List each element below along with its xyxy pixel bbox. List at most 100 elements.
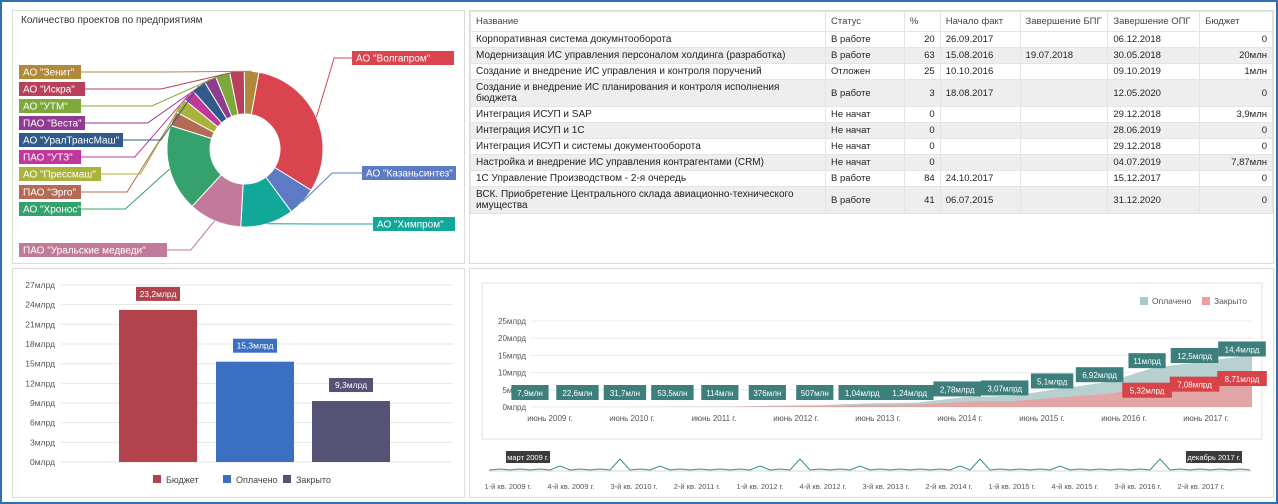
table-cell: 84 bbox=[903, 170, 941, 187]
table-cell: Не начат bbox=[825, 138, 905, 155]
legend-swatch bbox=[283, 475, 291, 483]
table-cell: 18.08.2017 bbox=[939, 79, 1021, 107]
pie-label: АО "Казаньсинтез" bbox=[366, 169, 453, 180]
paid-value-label: 5,1млрд bbox=[1037, 377, 1068, 386]
table-cell: Отложен bbox=[825, 63, 905, 80]
column-header[interactable]: Бюджет bbox=[1199, 11, 1273, 32]
legend-label: Бюджет bbox=[166, 475, 199, 485]
y-tick-label: 6млрд bbox=[30, 418, 55, 428]
table-cell bbox=[1019, 186, 1109, 214]
paid-value-label: 2,78млрд bbox=[940, 385, 975, 394]
y-tick-label: 20млрд bbox=[498, 334, 526, 343]
closed-value-label: 5,32млрд bbox=[1130, 387, 1165, 396]
payments-area-chart: 0млрд5млрд10млрд15млрд20млрд25млрдОплаче… bbox=[481, 282, 1267, 491]
table-row[interactable]: Интеграция ИСУП и SAP Не начат 0 29.12.2018… bbox=[470, 106, 1273, 123]
table-row[interactable]: ВСК. Приобретение Центрального склада ав… bbox=[470, 186, 1273, 214]
paid-value-label: 1,04млрд bbox=[845, 389, 880, 398]
table-cell: Интеграция ИСУП и SAP bbox=[470, 106, 827, 123]
pie-label: АО "Искра" bbox=[23, 85, 75, 96]
column-header[interactable]: % bbox=[903, 11, 941, 32]
y-tick-label: 21млрд bbox=[25, 319, 55, 329]
table-row[interactable]: Интеграция ИСУП и 1С Не начат 0 28.06.2019 0 bbox=[470, 122, 1273, 139]
navigator-tick-label: 3-й кв. 2010 г. bbox=[610, 482, 657, 491]
paid-value-label: 11млрд bbox=[1133, 357, 1161, 366]
table-cell: 12.05.2020 bbox=[1107, 79, 1201, 107]
navigator-start-label: март 2009 г. bbox=[507, 453, 549, 462]
table-cell: 7,87млн bbox=[1199, 154, 1273, 171]
bar[interactable] bbox=[216, 361, 294, 462]
navigator-tick-label: 4-й кв. 2012 г. bbox=[799, 482, 846, 491]
paid-value-label: 3,07млрд bbox=[987, 384, 1022, 393]
y-tick-label: 12млрд bbox=[25, 378, 55, 388]
table-cell: В работе bbox=[825, 47, 905, 64]
paid-value-label: 53,5млн bbox=[657, 389, 687, 398]
navigator-tick-label: 2-й кв. 2014 г. bbox=[925, 482, 972, 491]
column-header[interactable]: Завершение ОПГ bbox=[1107, 11, 1201, 32]
x-tick-label: июнь 2015 г. bbox=[1019, 414, 1064, 423]
column-header[interactable]: Название bbox=[470, 11, 827, 32]
table-cell bbox=[939, 122, 1021, 139]
table-cell: 25 bbox=[903, 63, 941, 80]
table-header-row: Название Статус% Начало факт Завершение БПГ… bbox=[470, 11, 1273, 32]
projects-table-panel: Название Статус% Начало факт Завершение БПГ… bbox=[469, 10, 1274, 264]
navigator-tick-label: 1-й кв. 2015 г. bbox=[988, 482, 1035, 491]
x-tick-label: июнь 2012 г. bbox=[773, 414, 818, 423]
pie-label: ПАО "Эрго" bbox=[23, 188, 76, 199]
area-panel: 0млрд5млрд10млрд15млрд20млрд25млрдОплаче… bbox=[469, 268, 1274, 498]
table-row[interactable]: Интеграция ИСУП и системы документооборо… bbox=[470, 138, 1273, 155]
table-row[interactable]: Корпоративная система докумнтооборота В р… bbox=[470, 31, 1273, 48]
navigator-tick-label: 1-й кв. 2009 г. bbox=[484, 482, 531, 491]
table-body: Корпоративная система докумнтооборота В р… bbox=[470, 31, 1273, 214]
column-header[interactable]: Начало факт bbox=[939, 11, 1021, 32]
pie-label: АО "УТМ" bbox=[23, 102, 68, 113]
projects-table: Название Статус% Начало факт Завершение БПГ… bbox=[470, 11, 1273, 214]
table-cell: 0 bbox=[1199, 79, 1273, 107]
x-tick-label: июнь 2013 г. bbox=[855, 414, 900, 423]
pie-label: АО "Волгапром" bbox=[356, 54, 431, 65]
bar-panel: 0млрд 3млрд 6млрд 9млрд 12млрд 15млрд 18млрд 21… bbox=[12, 268, 465, 498]
legend-label: Оплачено bbox=[236, 475, 278, 485]
table-cell: 24.10.2017 bbox=[939, 170, 1021, 187]
legend-swatch bbox=[1140, 297, 1148, 305]
table-cell: В работе bbox=[825, 79, 905, 107]
table-cell bbox=[939, 154, 1021, 171]
table-cell: 0 bbox=[1199, 122, 1273, 139]
table-row[interactable]: Модернизация ИС управления персоналом хо… bbox=[470, 47, 1273, 64]
column-header[interactable]: Завершение БПГ bbox=[1019, 11, 1109, 32]
bar[interactable] bbox=[312, 401, 390, 462]
bar-value-label: 23,2млрд bbox=[140, 289, 177, 299]
table-cell: Не начат bbox=[825, 106, 905, 123]
table-cell bbox=[1019, 138, 1109, 155]
table-cell: 26.09.2017 bbox=[939, 31, 1021, 48]
table-row[interactable]: Создание и внедрение ИС планирования и к… bbox=[470, 79, 1273, 107]
legend-label: Оплачено bbox=[1152, 296, 1192, 306]
pie-leader-line bbox=[81, 70, 252, 73]
table-cell: В работе bbox=[825, 186, 905, 214]
navigator-series bbox=[489, 458, 1251, 471]
pie-label: АО "Зенит" bbox=[23, 68, 75, 79]
closed-value-label: 8,71млрд bbox=[1225, 375, 1260, 384]
table-cell: В работе bbox=[825, 170, 905, 187]
table-cell: 0 bbox=[903, 138, 941, 155]
pie-label: ПАО "Уральские медведи" bbox=[23, 246, 146, 257]
table-cell: 63 bbox=[903, 47, 941, 64]
paid-value-label: 376млн bbox=[753, 389, 781, 398]
table-cell: В работе bbox=[825, 31, 905, 48]
table-cell: 0 bbox=[903, 106, 941, 123]
table-cell: 20 bbox=[903, 31, 941, 48]
bar[interactable] bbox=[119, 309, 197, 462]
table-row[interactable]: Настройка и внедрение ИС управления конт… bbox=[470, 154, 1273, 171]
table-row[interactable]: 1С Управление Производством - 2-я очеред… bbox=[470, 170, 1273, 187]
paid-value-label: 31,7млн bbox=[610, 389, 640, 398]
budget-bar-chart: 0млрд 3млрд 6млрд 9млрд 12млрд 15млрд 18млрд 21… bbox=[25, 280, 453, 485]
table-cell bbox=[1019, 63, 1109, 80]
pie-label: АО "УралТрансМаш" bbox=[23, 136, 120, 147]
table-row[interactable]: Создание и внедрение ИС управления и кон… bbox=[470, 63, 1273, 80]
y-tick-label: 0млрд bbox=[30, 457, 55, 467]
y-tick-label: 15млрд bbox=[25, 359, 55, 369]
column-header[interactable]: Статус bbox=[825, 11, 905, 32]
navigator-tick-label: 1-й кв. 2012 г. bbox=[736, 482, 783, 491]
table-cell: 15.08.2016 bbox=[939, 47, 1021, 64]
pie-hole bbox=[211, 115, 279, 183]
paid-value-label: 1,24млрд bbox=[892, 389, 927, 398]
